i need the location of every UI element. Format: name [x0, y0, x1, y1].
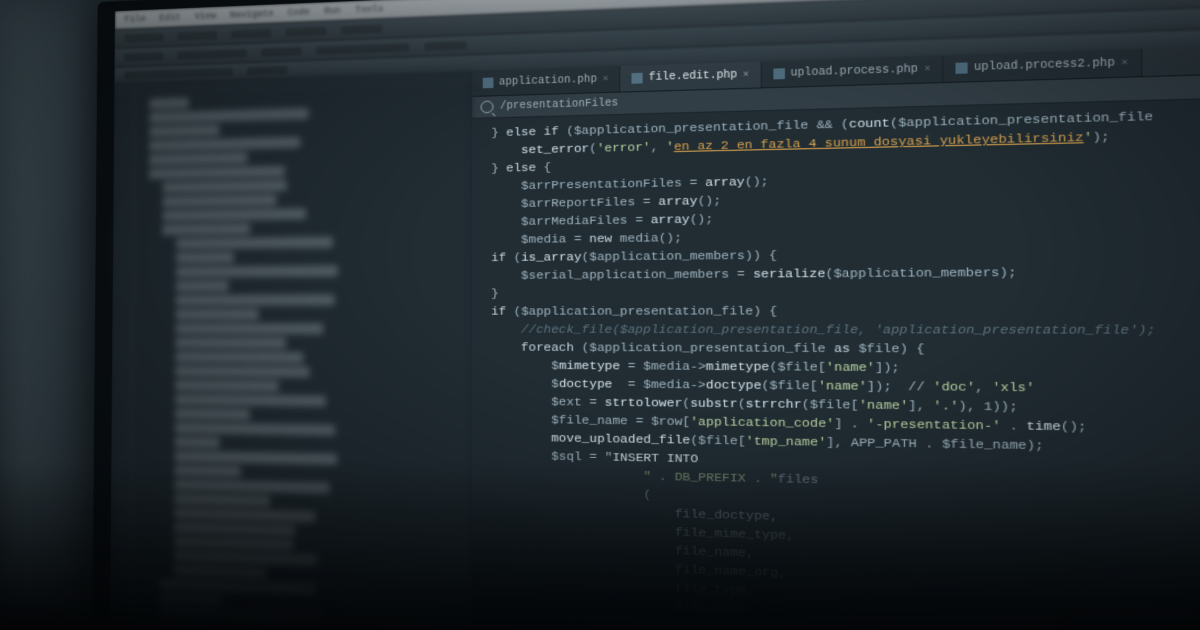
sidebar-item[interactable] — [176, 252, 234, 264]
sidebar-item[interactable] — [174, 565, 267, 579]
sidebar-item[interactable] — [174, 479, 329, 494]
code-line: $sql = "INSERT INTO — [491, 447, 1200, 482]
code-line: } else { — [491, 142, 1200, 178]
code-line — [491, 339, 1200, 341]
code-line: file_type, — [491, 573, 1200, 623]
code-line: move_uploaded_file($file['tmp_name'], AP… — [491, 429, 1200, 462]
code-line: if (is_array($application_members)) { — [491, 241, 1200, 267]
sidebar-item[interactable] — [163, 180, 287, 193]
sidebar-item[interactable] — [162, 194, 276, 207]
sidebar-item[interactable] — [175, 309, 258, 320]
sidebar-item[interactable] — [174, 451, 336, 465]
sidebar-item[interactable] — [175, 394, 326, 407]
os-menu-item[interactable]: Code — [288, 7, 310, 18]
code-line: foreach ($application_presentation_file … — [491, 339, 1200, 361]
os-menu-item[interactable]: Navigate — [230, 9, 274, 21]
code-line: " . DB_PREFIX . "files — [491, 465, 1200, 502]
code-line: } — [491, 281, 1200, 303]
code-line — [491, 301, 1200, 303]
sidebar-item[interactable] — [149, 166, 285, 180]
sidebar-item[interactable] — [162, 208, 306, 221]
code-line: $mimetype = $media->mimetype($file['name… — [491, 357, 1200, 381]
sidebar-item[interactable] — [174, 536, 293, 551]
sidebar-item[interactable] — [176, 280, 229, 291]
editor-pane: application.php × file.edit.php × upload… — [471, 41, 1200, 630]
sidebar-item[interactable] — [149, 97, 189, 109]
sidebar-item[interactable] — [175, 436, 220, 448]
sidebar-item[interactable] — [176, 294, 335, 306]
code-line: $arrPresentationFiles = array(); — [491, 162, 1200, 196]
sidebar-item[interactable] — [176, 237, 333, 250]
code-line: $ext = strtolower(substr(strrchr($file['… — [491, 393, 1200, 422]
code-line: $serial_application_members = serialize(… — [491, 261, 1200, 285]
code-line: file_size — [491, 591, 1200, 630]
sidebar-item[interactable] — [176, 265, 338, 277]
tab-application[interactable]: application.php × — [472, 66, 621, 96]
sidebar-item[interactable] — [149, 152, 248, 165]
file-icon — [483, 78, 494, 89]
sidebar-item[interactable] — [149, 137, 300, 152]
sidebar-item[interactable] — [175, 366, 309, 378]
tab-label: upload.process.php — [791, 63, 919, 79]
sidebar-item[interactable] — [175, 323, 322, 334]
search-input[interactable]: /presentationFiles — [500, 97, 618, 112]
sidebar-item[interactable] — [162, 223, 250, 235]
code-line: $arrMediaFiles = array(); — [491, 201, 1200, 231]
sidebar-item[interactable] — [175, 408, 251, 420]
close-icon[interactable]: × — [924, 64, 931, 75]
code-line: $doctype = $media->doctype($file['name']… — [491, 375, 1200, 401]
close-icon[interactable]: × — [743, 69, 749, 80]
code-line: ( — [491, 483, 1200, 522]
sidebar-outline[interactable] — [110, 71, 472, 630]
os-menu-item[interactable]: File — [125, 14, 146, 25]
os-menu-item[interactable]: View — [195, 11, 217, 22]
file-icon — [773, 68, 785, 79]
code-line: set_error('error', 'en az 2 en fazla 4 s… — [491, 122, 1200, 160]
sidebar-item[interactable] — [159, 621, 207, 630]
code-line — [491, 411, 1200, 422]
sidebar-item[interactable] — [149, 108, 308, 124]
sidebar-item[interactable] — [175, 351, 304, 363]
os-menu-item[interactable]: Edit — [159, 12, 180, 23]
code-line — [491, 241, 1200, 249]
tab-upload-process2[interactable]: upload.process2.php × — [944, 49, 1143, 82]
code-area[interactable]: } else if ($application_presentation_fil… — [471, 95, 1200, 630]
tab-label: upload.process2.php — [974, 57, 1115, 74]
tab-upload-process[interactable]: upload.process.php × — [762, 55, 944, 87]
tab-label: file.edit.php — [649, 69, 737, 84]
os-menu-item[interactable]: Tools — [355, 4, 383, 15]
sidebar-item[interactable] — [174, 522, 296, 537]
code-line: file_name, — [491, 537, 1200, 582]
file-icon — [632, 73, 643, 84]
sidebar-item[interactable] — [174, 493, 270, 507]
os-menu-item[interactable]: Run — [324, 6, 341, 17]
close-icon[interactable]: × — [603, 74, 609, 85]
code-line: file_name_org, — [491, 555, 1200, 603]
code-line: $arrReportFiles = array(); — [491, 182, 1200, 214]
code-line: //check_file($application_presentation_f… — [491, 321, 1200, 341]
code-line: file_doctype, — [491, 501, 1200, 542]
search-icon — [481, 101, 494, 114]
code-line: file_mime_type, — [491, 519, 1200, 562]
sidebar-item[interactable] — [174, 465, 240, 478]
code-line — [491, 447, 1200, 462]
file-icon — [956, 62, 968, 73]
sidebar-item[interactable] — [175, 337, 286, 349]
tab-file-edit[interactable]: file.edit.php × — [621, 61, 762, 91]
sidebar-item[interactable] — [175, 380, 279, 392]
sidebar-item[interactable] — [149, 125, 219, 138]
sidebar-item[interactable] — [174, 508, 315, 523]
code-line: if ($application_presentation_file) { — [491, 301, 1200, 321]
sidebar-item[interactable] — [175, 422, 336, 436]
code-line: $media = new media(); — [491, 221, 1200, 249]
tab-label: application.php — [499, 74, 597, 89]
sidebar-item[interactable] — [174, 550, 317, 566]
code-line — [491, 429, 1200, 442]
close-icon[interactable]: × — [1121, 57, 1128, 69]
sidebar-item[interactable] — [160, 593, 223, 607]
code-line: $file_name = $row['application_code'] . … — [491, 411, 1200, 442]
